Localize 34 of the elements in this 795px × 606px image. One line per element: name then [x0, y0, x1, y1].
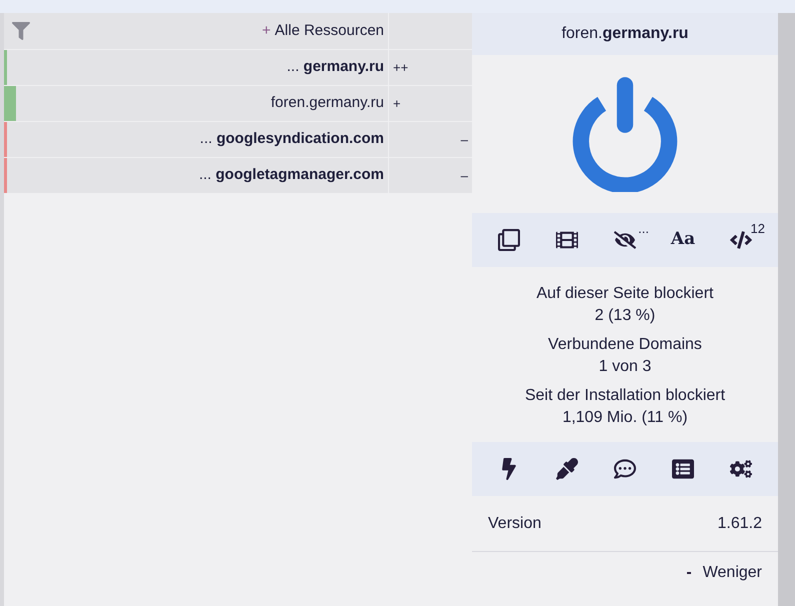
rule-cell[interactable]: + — [389, 86, 472, 121]
speech-bubble-icon — [614, 458, 636, 480]
domain-name: foren.germany.ru — [270, 93, 385, 114]
fonts-toggle[interactable]: Aa — [663, 222, 703, 258]
filter-icon[interactable] — [12, 22, 30, 40]
stat-label: Verbundene Domains — [548, 335, 702, 355]
stat-value: 1 von 3 — [598, 357, 652, 377]
version-value: 1.61.2 — [718, 514, 762, 534]
eye-slash-icon — [614, 229, 636, 251]
settings-icon — [730, 458, 752, 480]
count-label: ... — [638, 220, 649, 238]
stat-value: 1,109 Mio. (11 %) — [562, 408, 688, 428]
domain-name: ... googlesyndication.com — [200, 129, 385, 150]
version-label: Version — [488, 514, 542, 534]
count-label: 12 — [750, 220, 765, 238]
domain-name: ... germany.ru — [286, 57, 385, 78]
domain-name: ... googletagmanager.com — [198, 165, 385, 186]
font-label: Aa — [670, 228, 696, 252]
plus-sign: + — [262, 20, 271, 41]
less-button[interactable]: Weniger — [686, 564, 762, 582]
hostname-header: foren.germany.ru — [472, 13, 778, 55]
popup-icon — [498, 229, 520, 251]
eyedropper-icon — [556, 458, 578, 480]
resource-filter-label: Alle Ressourcen — [274, 20, 384, 41]
rule-cell[interactable]: – — [389, 122, 472, 157]
stat-label: Seit der Installation blockiert — [524, 386, 726, 406]
stat-value: 2 (13 %) — [594, 306, 656, 326]
rule-cell[interactable]: – — [389, 158, 472, 193]
code-icon — [730, 229, 752, 251]
rule-cell[interactable]: ++ — [389, 50, 472, 85]
scrollbar[interactable] — [778, 13, 795, 606]
film-icon — [556, 229, 578, 251]
list-icon — [672, 458, 694, 480]
stat-label: Auf dieser Seite blockiert — [536, 284, 714, 304]
